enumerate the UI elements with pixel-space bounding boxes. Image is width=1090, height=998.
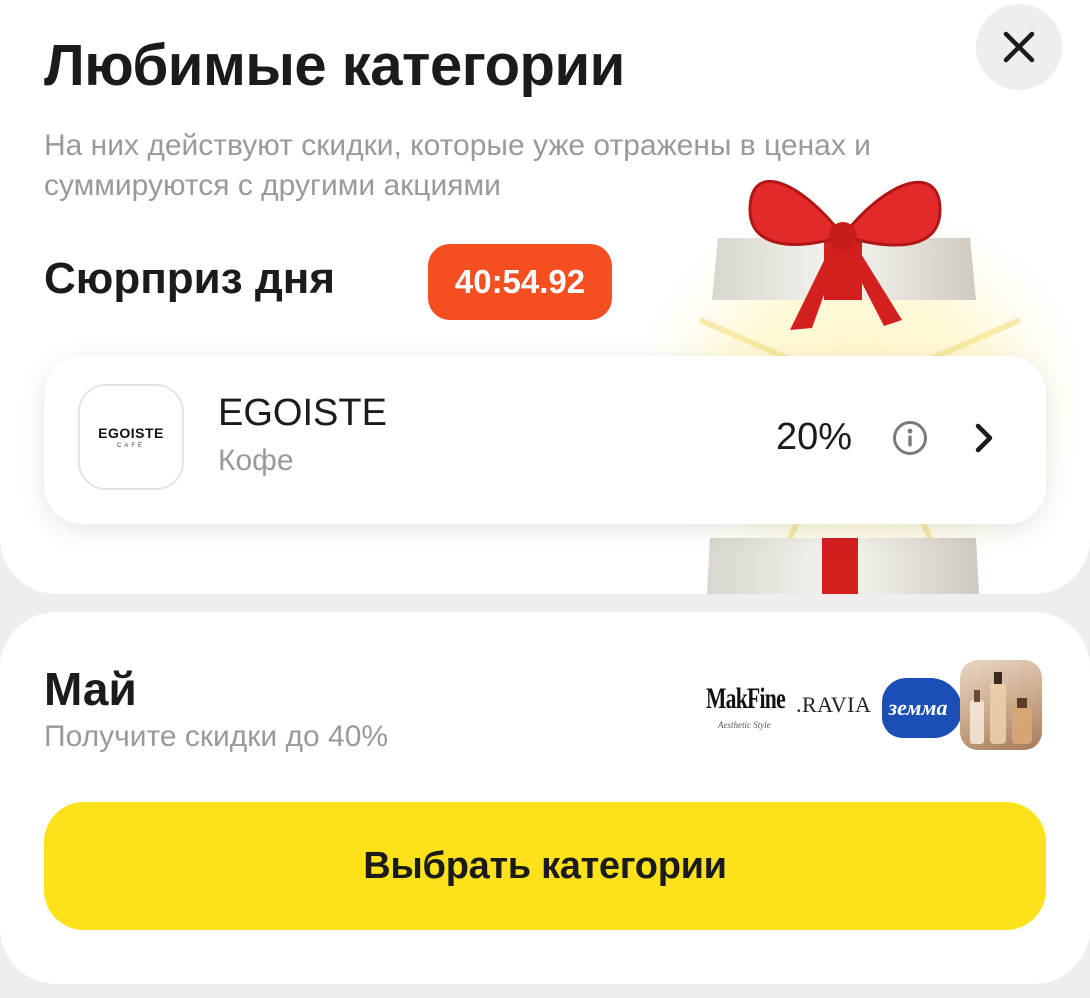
brand-logo-text: EGOISTE (98, 425, 164, 441)
month-subtitle: Получите скидки до 40% (44, 720, 389, 753)
cosmetics-bottles-icon (970, 672, 1032, 744)
page-subtitle: На них действуют скидки, которые уже отр… (44, 129, 871, 202)
brand-logo-subtext: CAFÉ (116, 443, 145, 449)
brand-logo-cosmetics-image (960, 660, 1042, 750)
chevron-right-icon[interactable] (970, 420, 998, 456)
month-title: Май (44, 663, 137, 715)
surprise-of-day-title: Сюрприз дня (44, 254, 336, 303)
close-button[interactable] (976, 4, 1062, 90)
brand-category: Кофе (218, 444, 294, 477)
brand-logos-strip: MakFine Aesthetic Style .RAVIA земма (700, 656, 1046, 752)
info-icon[interactable] (892, 420, 928, 456)
countdown-timer: 40:54.92 (428, 244, 612, 320)
favorite-categories-sheet: Любимые категории На них действуют скидк… (0, 0, 1090, 594)
brand-discount: 20% (776, 416, 853, 458)
month-promo-card: Май Получите скидки до 40% MakFine Aesth… (0, 612, 1090, 984)
close-icon (1003, 31, 1035, 63)
brand-logo: EGOISTE CAFÉ (78, 384, 184, 490)
brand-logo-ravia: .RAVIA (796, 692, 872, 717)
choose-categories-button[interactable]: Выбрать категории (44, 802, 1046, 930)
brand-logo-makfine: MakFine (706, 682, 786, 715)
brand-logo-zemma: земма (882, 678, 962, 738)
brand-logo-zemma-text: земма (888, 695, 948, 720)
brand-logo-makfine-caption: Aesthetic Style (718, 720, 771, 730)
page-title: Любимые категории (44, 33, 625, 98)
brand-card-egoiste[interactable]: EGOISTE CAFÉ EGOISTE Кофе 20% (44, 356, 1046, 524)
brand-name: EGOISTE (218, 392, 387, 434)
